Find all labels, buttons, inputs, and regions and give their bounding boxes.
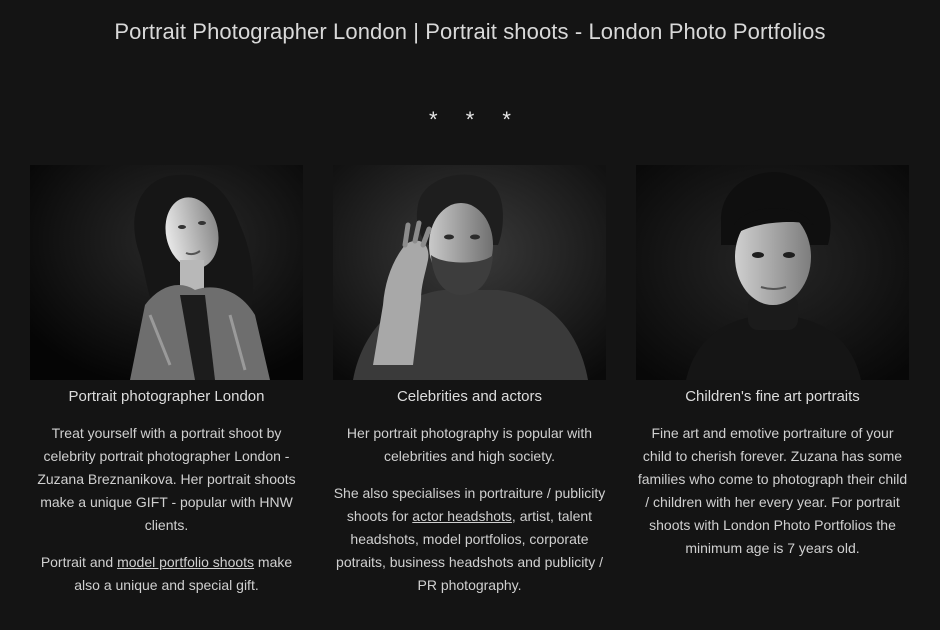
star-divider-mark: *	[465, 107, 475, 132]
card-description: Fine art and emotive portraiture of your…	[637, 425, 908, 556]
portrait-photo-woman[interactable]	[30, 165, 303, 380]
star-divider-mark: *	[502, 107, 511, 132]
card-description: Treat yourself with a portrait shoot by …	[37, 425, 296, 533]
model-portfolio-link[interactable]: model portfolio shoots	[117, 554, 254, 570]
card-title: Portrait photographer London	[68, 388, 265, 405]
card-portrait-photographer: Portrait photographer London Treat yours…	[30, 165, 303, 597]
portrait-photo-man[interactable]	[333, 165, 606, 380]
card-children-portraits: Children's fine art portraits Fine art a…	[636, 165, 909, 560]
card-text-segment: Portrait and	[40, 554, 118, 570]
card-description: Her portrait photography is popular with…	[346, 425, 593, 464]
card-description-2: She also specialises in portraiture / pu…	[333, 482, 606, 597]
card-title: Celebrities and actors	[396, 388, 543, 405]
actor-headshots-link[interactable]: actor headshots	[412, 508, 512, 524]
card-celebrities-actors: Celebrities and actors Her portrait phot…	[333, 165, 606, 597]
card-title: Children's fine art portraits	[685, 388, 860, 405]
card-description-2: Portrait and model portfolio shoots make…	[30, 551, 303, 597]
star-divider-mark: *	[429, 107, 438, 132]
portrait-photo-boy[interactable]	[636, 165, 909, 380]
page-title: Portrait Photographer London | Portrait …	[114, 19, 826, 44]
star-divider: * * *	[0, 107, 940, 133]
